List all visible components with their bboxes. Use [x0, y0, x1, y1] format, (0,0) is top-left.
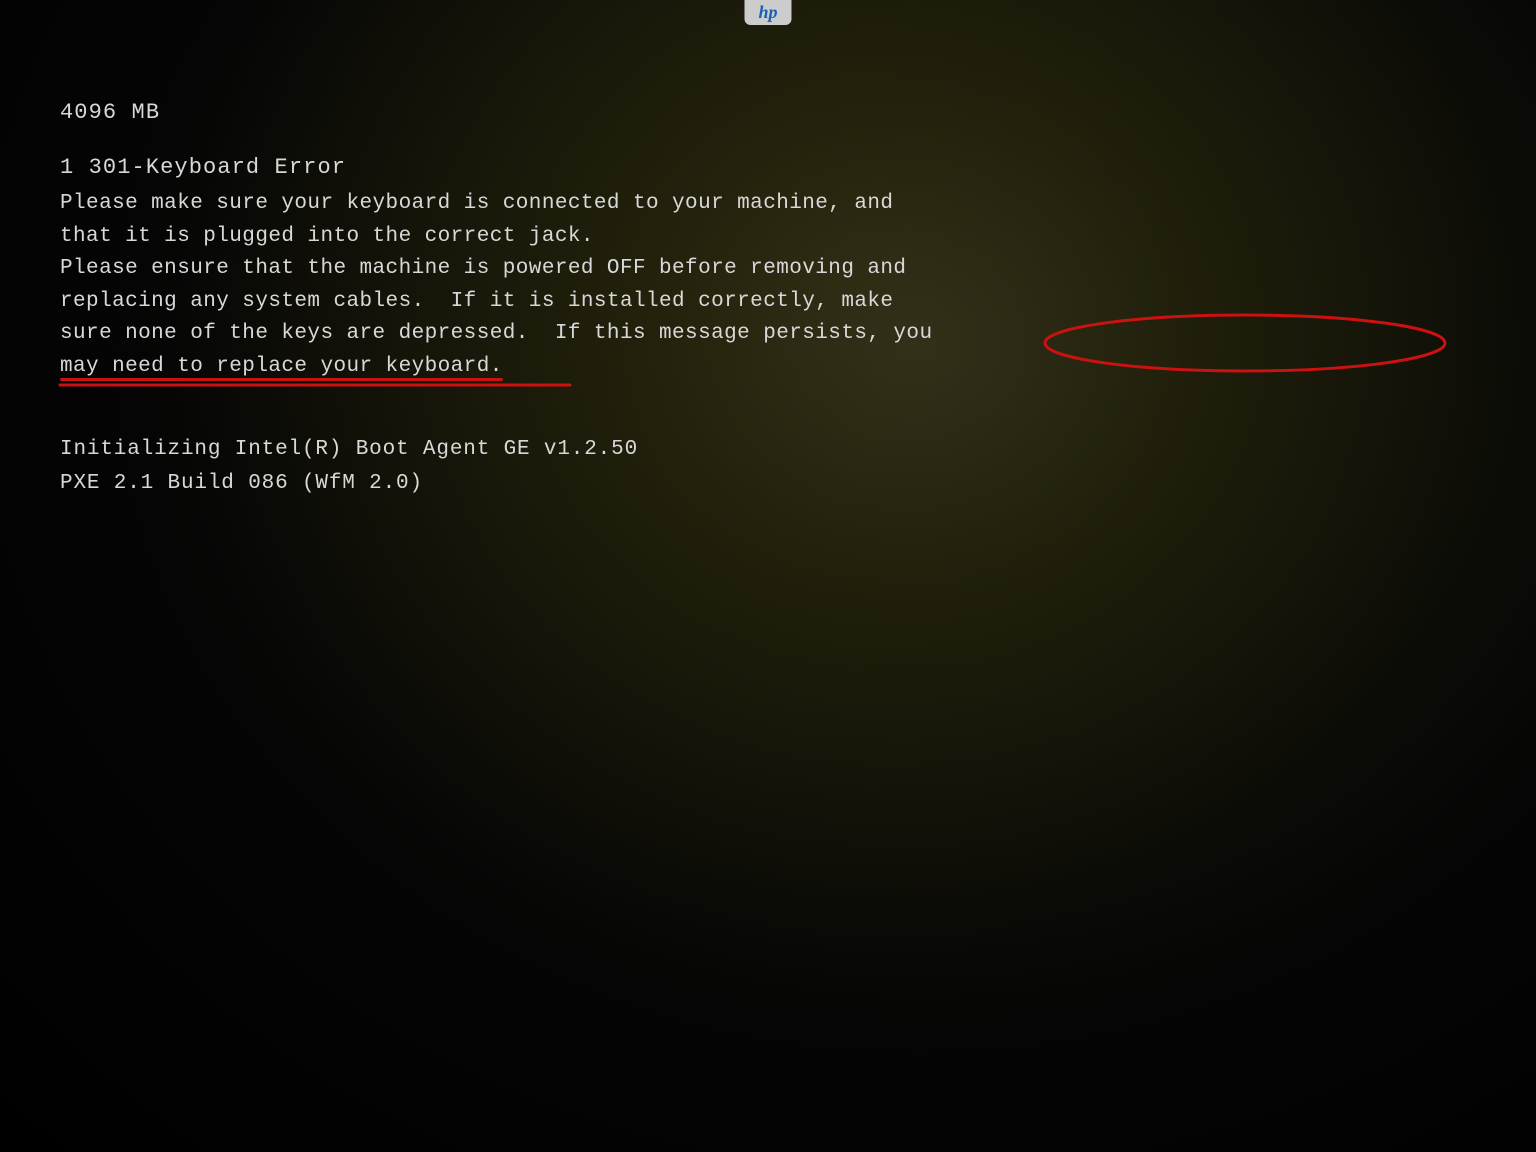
boot-section: Initializing Intel(R) Boot Agent GE v1.2…	[60, 433, 1476, 500]
error-line-3: Please ensure that the machine is powere…	[60, 253, 1440, 286]
error-line-2: that it is plugged into the correct jack…	[60, 221, 1440, 254]
error-line-5: sure none of the keys are depressed. If …	[60, 318, 1440, 351]
error-line-1: Please make sure your keyboard is connec…	[60, 188, 1440, 221]
screen-content: 4096 MB 1 301-Keyboard Error Please make…	[60, 100, 1476, 500]
error-line-4: replacing any system cables. If it is in…	[60, 286, 1440, 319]
boot-line-2: PXE 2.1 Build 086 (WfM 2.0)	[60, 467, 1476, 501]
boot-line-1: Initializing Intel(R) Boot Agent GE v1.2…	[60, 433, 1476, 467]
hp-logo: hp	[758, 2, 777, 22]
annotated-text: may need to replace your keyboard.	[60, 355, 503, 378]
memory-line: 4096 MB	[60, 100, 1476, 125]
error-body: Please make sure your keyboard is connec…	[60, 188, 1440, 383]
error-line-6: may need to replace your keyboard.	[60, 351, 1440, 384]
hp-logo-bar: hp	[744, 0, 791, 25]
bios-screen: hp 4096 MB 1 301-Keyboard Error Please m…	[0, 0, 1536, 1152]
error-title: 1 301-Keyboard Error	[60, 155, 1476, 180]
